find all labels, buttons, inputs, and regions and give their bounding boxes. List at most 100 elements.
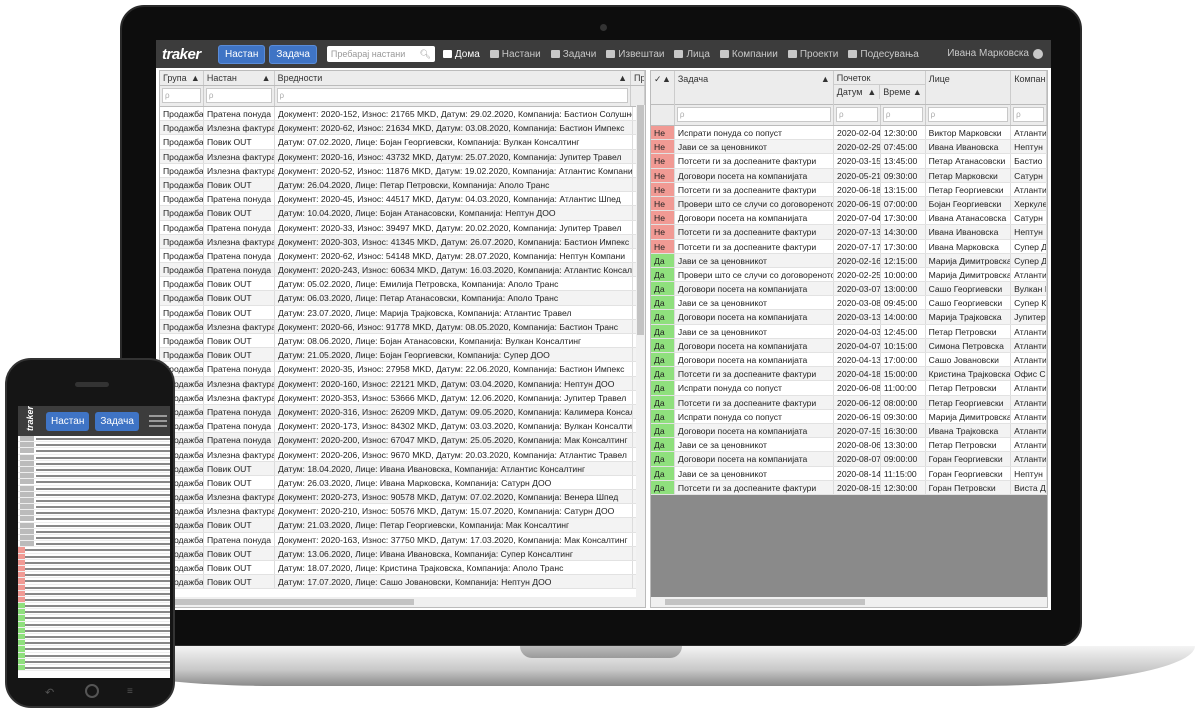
table-row[interactable]: Не Јави се за ценовникот 2020-02-29 07:45:0… bbox=[651, 140, 1047, 155]
table-row[interactable]: Продажба Пратена понуда Документ: 2020-33,… bbox=[160, 220, 645, 235]
table-row[interactable]: Продажба Повик OUT Датум: 10.04.2020, Лице… bbox=[160, 206, 645, 221]
table-row[interactable]: Продажба Пратена понуда Документ: 2020-152… bbox=[160, 107, 645, 122]
col-company-header[interactable]: Компан bbox=[1011, 71, 1047, 105]
table-row[interactable]: Продажба Повик OUT Датум: 26.04.2020, Лице… bbox=[160, 177, 645, 193]
table-row[interactable]: Продажба Излезна фактура Документ: 2020-35… bbox=[160, 390, 645, 405]
table-row[interactable]: Продажба Пратена понуда Документ: 2020-163… bbox=[160, 532, 645, 547]
table-row[interactable]: Продажба Излезна фактура Документ: 2020-30… bbox=[160, 234, 645, 249]
table-row[interactable]: Не Договори посета на компанијата 2020-05-… bbox=[651, 168, 1047, 183]
table-row[interactable]: Не Потсети ги за доспеаните фактури 2020-0… bbox=[651, 182, 1047, 197]
nav-item-0[interactable]: Дома bbox=[442, 49, 480, 60]
filter-company-input[interactable]: ρ bbox=[1013, 107, 1044, 122]
events-vscroll[interactable] bbox=[636, 105, 645, 597]
col-event-header[interactable]: Настан ▲ bbox=[204, 71, 275, 85]
table-row[interactable]: Продажба Повик OUT Датум: 23.07.2020, Лице… bbox=[160, 305, 645, 320]
table-row[interactable]: Да Договори посета на компанијата 2020-03-… bbox=[651, 282, 1047, 297]
table-row[interactable]: Да Јави се за ценовникот 2020-03-08 09:45:0… bbox=[651, 296, 1047, 311]
hamburger-menu-icon[interactable] bbox=[148, 412, 167, 430]
col-pr-header[interactable]: Пр bbox=[631, 71, 645, 85]
col-done-header[interactable]: ✓ ▲ bbox=[651, 71, 675, 105]
filter-time-input[interactable]: ρ bbox=[882, 107, 923, 122]
phone-new-event-button[interactable]: Настан bbox=[46, 411, 90, 431]
table-row[interactable]: Продажба Пратена понуда Документ: 2020-316… bbox=[160, 404, 645, 420]
events-hscroll[interactable] bbox=[160, 597, 645, 607]
table-row[interactable]: Продажба Повик OUT Датум: 26.03.2020, Лице… bbox=[160, 475, 645, 491]
filter-values-input[interactable]: ρ bbox=[276, 88, 629, 103]
table-row[interactable]: Продажба Повик OUT Датум: 21.05.2020, Лице… bbox=[160, 348, 645, 363]
col-date-header[interactable]: Датум ▲ bbox=[834, 85, 881, 99]
table-row[interactable]: Да Договори посета на компанијата 2020-08-… bbox=[651, 452, 1047, 467]
phone-task-row[interactable] bbox=[18, 664, 170, 672]
table-row[interactable]: Продажба Излезна фактура Документ: 2020-62… bbox=[160, 121, 645, 136]
phone-logo[interactable]: traker bbox=[25, 406, 35, 431]
nav-item-3[interactable]: Извештаи bbox=[606, 49, 664, 60]
table-row[interactable]: Да Потсети ги за доспеаните фактури 2020-0… bbox=[651, 480, 1047, 495]
new-task-button[interactable]: Задача bbox=[269, 44, 317, 64]
table-row[interactable]: Да Провери што се случи со договореното? 2… bbox=[651, 267, 1047, 283]
table-row[interactable]: Да Јави се за ценовникот 2020-02-16 12:15:0… bbox=[651, 253, 1047, 268]
table-row[interactable]: Не Потсети ги за доспеаните фактури 2020-0… bbox=[651, 239, 1047, 254]
table-row[interactable]: Продажба Повик OUT Датум: 07.02.2020, Лице… bbox=[160, 135, 645, 150]
table-row[interactable]: Не Договори посета на компанијата 2020-07-… bbox=[651, 211, 1047, 226]
nav-item-5[interactable]: Компании bbox=[719, 49, 778, 60]
table-row[interactable]: Да Потсети ги за доспеаните фактури 2020-0… bbox=[651, 367, 1047, 382]
nav-item-6[interactable]: Проекти bbox=[787, 49, 838, 60]
nav-item-2[interactable]: Задачи bbox=[550, 49, 596, 60]
table-row[interactable]: Не Потсети ги за доспеаните фактури 2020-0… bbox=[651, 154, 1047, 169]
table-row[interactable]: Продажба Повик OUT Датум: 18.04.2020, Лице… bbox=[160, 461, 645, 476]
table-row[interactable]: Да Јави се за ценовникот 2020-08-14 11:15:0… bbox=[651, 466, 1047, 481]
table-row[interactable]: Не Потсети ги за доспеаните фактури 2020-0… bbox=[651, 225, 1047, 240]
table-row[interactable]: Да Јави се за ценовникот 2020-04-03 12:45:0… bbox=[651, 324, 1047, 339]
new-event-button[interactable]: Настан bbox=[218, 44, 266, 64]
nav-item-7[interactable]: Подесувања bbox=[848, 49, 919, 60]
search-input[interactable]: Пребарај настани 🔍︎ bbox=[326, 46, 435, 62]
home-button[interactable] bbox=[85, 684, 99, 698]
table-row[interactable]: Продажба Пратена понуда Документ: 2020-200… bbox=[160, 433, 645, 448]
table-row[interactable]: Продажба Излезна фактура Документ: 2020-27… bbox=[160, 490, 645, 505]
table-row[interactable]: Продажба Повик OUT Датум: 13.06.2020, Лице… bbox=[160, 546, 645, 561]
table-row[interactable]: Продажба Излезна фактура Документ: 2020-52… bbox=[160, 163, 645, 178]
table-row[interactable]: Да Договори посета на компанијата 2020-03-… bbox=[651, 310, 1047, 325]
table-row[interactable]: Продажба Излезна фактура Документ: 2020-21… bbox=[160, 504, 645, 519]
table-row[interactable]: Да Испрати понуда со попуст 2020-06-08 11:0… bbox=[651, 381, 1047, 396]
nav-item-1[interactable]: Настани bbox=[489, 49, 541, 60]
table-row[interactable]: Продажба Пратена понуда Документ: 2020-173… bbox=[160, 419, 645, 434]
table-row[interactable]: Продажба Повик OUT Датум: 17.07.2020, Лице… bbox=[160, 575, 645, 590]
filter-group-input[interactable]: ρ bbox=[162, 88, 201, 103]
back-icon[interactable]: ↶ bbox=[45, 686, 54, 699]
user-menu[interactable]: Ивана Марковска bbox=[947, 48, 1043, 59]
table-row[interactable]: Продажба Повик OUT Датум: 05.02.2020, Лице… bbox=[160, 277, 645, 292]
table-row[interactable]: Продажба Повик OUT Датум: 21.03.2020, Лице… bbox=[160, 518, 645, 533]
table-row[interactable]: Да Договори посета на компанијата 2020-07-… bbox=[651, 423, 1047, 439]
table-row[interactable]: Да Испрати понуда со попуст 2020-06-19 09:3… bbox=[651, 409, 1047, 424]
table-row[interactable]: Продажба Повик OUT Датум: 08.06.2020, Лице… bbox=[160, 334, 645, 349]
table-row[interactable]: Да Договори посета на компанијата 2020-04-… bbox=[651, 353, 1047, 368]
table-row[interactable]: Продажба Повик OUT Датум: 18.07.2020, Лице… bbox=[160, 561, 645, 576]
app-logo[interactable]: traker bbox=[162, 46, 218, 63]
table-row[interactable]: Да Договори посета на компанијата 2020-04-… bbox=[651, 338, 1047, 353]
table-row[interactable]: Не Испрати понуда со попуст 2020-02-04 12:3… bbox=[651, 126, 1047, 141]
phone-new-task-button[interactable]: Задача bbox=[95, 411, 139, 431]
table-row[interactable]: Продажба Излезна фактура Документ: 2020-16… bbox=[160, 376, 645, 391]
col-task-header[interactable]: Задача ▲ bbox=[675, 71, 834, 105]
nav-item-4[interactable]: Лица bbox=[674, 49, 710, 60]
table-row[interactable]: Да Јави се за ценовникот 2020-08-06 13:30:0… bbox=[651, 438, 1047, 453]
tasks-hscroll[interactable] bbox=[651, 597, 1047, 607]
table-row[interactable]: Продажба Пратена понуда Документ: 2020-243… bbox=[160, 263, 645, 278]
table-row[interactable]: Продажба Излезна фактура Документ: 2020-20… bbox=[160, 447, 645, 462]
table-row[interactable]: Продажба Пратена понуда Документ: 2020-45,… bbox=[160, 192, 645, 207]
col-time-header[interactable]: Време ▲ bbox=[880, 85, 925, 99]
col-group-header[interactable]: Група ▲ bbox=[160, 71, 204, 85]
filter-event-input[interactable]: ρ bbox=[205, 88, 272, 103]
table-row[interactable]: Продажба Повик OUT Датум: 06.03.2020, Лице… bbox=[160, 291, 645, 306]
col-person-header[interactable]: Лице bbox=[926, 71, 1012, 105]
menu-icon[interactable]: ≡ bbox=[127, 686, 133, 697]
table-row[interactable]: Не Провери што се случи со договореното? 2… bbox=[651, 196, 1047, 212]
col-values-header[interactable]: Вредности ▲ bbox=[275, 71, 632, 85]
col-start-header[interactable]: Почеток bbox=[833, 71, 926, 85]
filter-person-input[interactable]: ρ bbox=[927, 107, 1009, 122]
table-row[interactable]: Да Потсети ги за доспеаните фактури 2020-0… bbox=[651, 395, 1047, 410]
table-row[interactable]: Продажба Пратена понуда Документ: 2020-35,… bbox=[160, 362, 645, 377]
table-row[interactable]: Продажба Пратена понуда Документ: 2020-62,… bbox=[160, 248, 645, 264]
filter-date-input[interactable]: ρ bbox=[836, 107, 878, 122]
